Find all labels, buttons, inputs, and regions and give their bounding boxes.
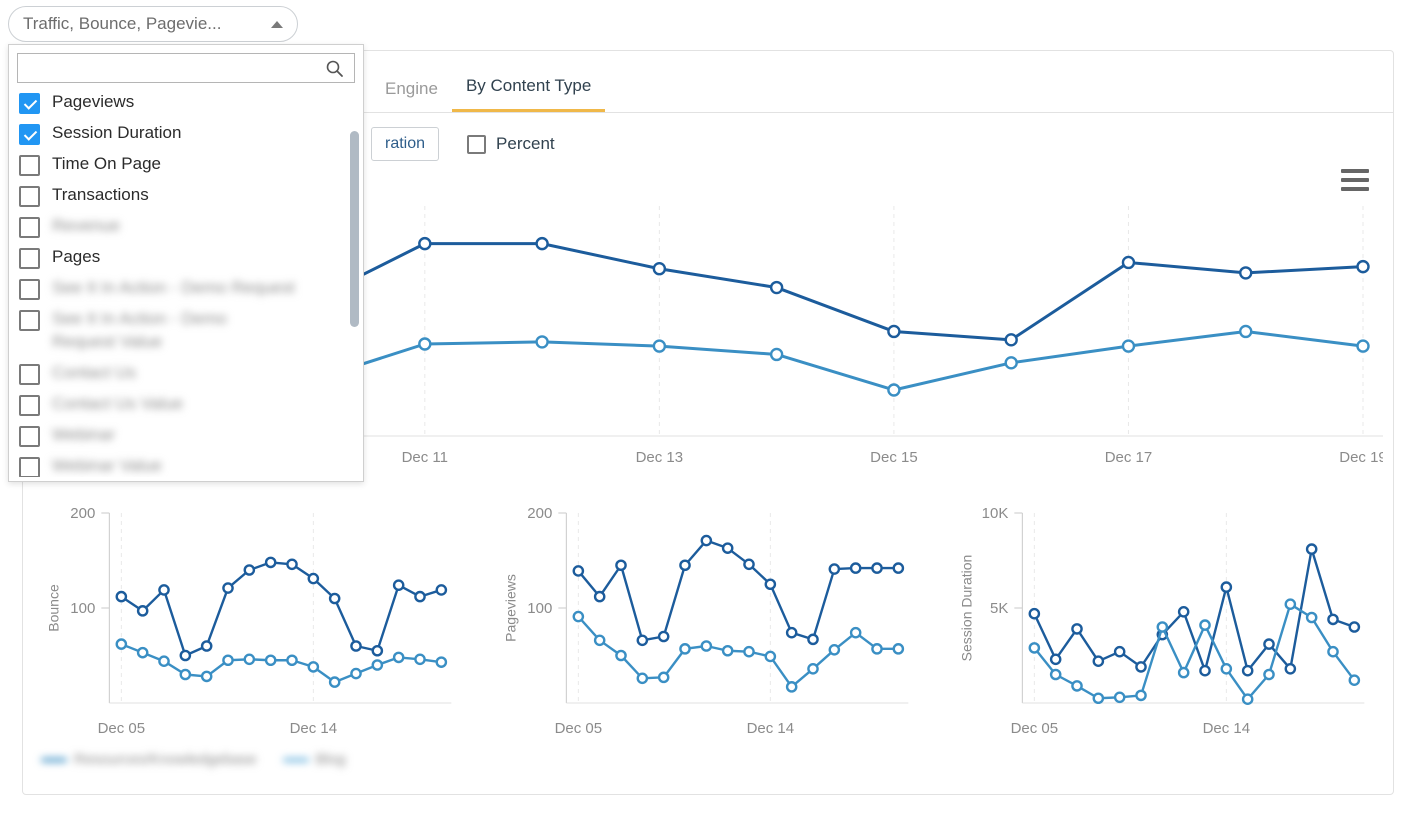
- metrics-option-3[interactable]: Transactions: [19, 180, 363, 211]
- x-axis-tick-label: Dec 14: [290, 720, 338, 737]
- metrics-option-checkbox[interactable]: [19, 394, 40, 416]
- legend-swatch: [41, 757, 67, 762]
- x-axis-tick-label: Dec 17: [1105, 449, 1153, 466]
- metrics-option-checkbox[interactable]: [19, 456, 40, 477]
- metrics-option-checkbox[interactable]: [19, 186, 40, 207]
- metrics-option-checkbox[interactable]: [19, 217, 40, 238]
- metrics-option-checkbox[interactable]: [19, 363, 40, 385]
- metrics-option-8[interactable]: Contact Us: [19, 358, 363, 389]
- metrics-option-label: See It In Action - Demo Request: [52, 278, 295, 297]
- session-duration-chart: 5K 10K Dec 05 Dec 14 Session Duration: [959, 505, 1365, 737]
- metrics-option-checkbox[interactable]: [19, 93, 40, 114]
- y-axis-tick-label: 10K: [982, 505, 1009, 522]
- percent-checkbox-label: Percent: [496, 134, 555, 153]
- metrics-option-label: Contact Us Value: [52, 393, 184, 413]
- y-axis-tick-label: 200: [527, 505, 552, 522]
- x-axis-tick-label: Dec 14: [1203, 720, 1251, 737]
- y-axis-title: Bounce: [45, 584, 61, 632]
- metrics-multiselect-dropdown: Pageviews Session Duration Time On Page Tra…: [8, 44, 364, 482]
- metrics-option-9[interactable]: Contact Us Value: [19, 389, 363, 420]
- metrics-option-label: Contact Us: [52, 362, 137, 382]
- pageviews-chart: 100 200 Dec 05 Dec 14 Pageviews: [502, 505, 909, 737]
- metrics-option-checkbox[interactable]: [19, 310, 40, 331]
- bounce-chart: 100 200 Dec 05 Dec 14 Bounce: [45, 505, 452, 737]
- x-axis-tick-label: Dec 14: [746, 720, 794, 737]
- x-axis-tick-label: Dec 05: [1011, 720, 1059, 737]
- metrics-option-0[interactable]: Pageviews: [19, 87, 363, 118]
- y-axis-tick-label: 5K: [990, 600, 1008, 617]
- chevron-up-icon: [271, 20, 283, 28]
- metrics-search-input[interactable]: [17, 53, 355, 83]
- metrics-option-list[interactable]: Pageviews Session Duration Time On Page Tra…: [9, 87, 363, 477]
- tab-engine[interactable]: Engine: [371, 79, 452, 112]
- y-axis-tick-label: 200: [70, 505, 95, 522]
- metrics-option-label: See It In Action - Demo Request Value: [52, 309, 227, 351]
- metrics-option-10[interactable]: Webinar: [19, 420, 363, 451]
- legend-label: Resources/Knowledgebase: [74, 751, 257, 768]
- metrics-option-label: Transactions: [52, 185, 149, 204]
- metrics-option-checkbox[interactable]: [19, 425, 40, 447]
- metrics-option-2[interactable]: Time On Page: [19, 149, 363, 180]
- legend-label: Blog: [315, 751, 346, 768]
- x-axis-tick-label: Dec 13: [636, 449, 684, 466]
- y-axis-tick-label: 100: [527, 600, 552, 617]
- metrics-option-label: Session Duration: [52, 123, 182, 142]
- percent-checkbox[interactable]: Percent: [467, 134, 555, 154]
- legend-item[interactable]: Resources/Knowledgebase: [41, 751, 257, 768]
- tab-by-content-type[interactable]: By Content Type: [451, 76, 606, 112]
- tab-engine-label: Engine: [385, 79, 438, 98]
- x-axis-tick-label: Dec 11: [402, 449, 448, 466]
- metrics-option-label: Webinar: [52, 424, 115, 444]
- small-charts-row: 100 200 Dec 05 Dec 14 Bounce 100 200 Dec 05 Dec…: [23, 491, 1393, 741]
- y-axis-title: Session Duration: [959, 555, 975, 662]
- metrics-option-5[interactable]: Pages: [19, 242, 363, 273]
- legend-item[interactable]: Blog: [282, 751, 346, 768]
- metrics-option-checkbox[interactable]: [19, 155, 40, 176]
- dropdown-scrollbar[interactable]: [350, 131, 359, 327]
- metrics-option-4[interactable]: Revenue: [19, 211, 363, 242]
- tab-by-content-type-label: By Content Type: [465, 76, 592, 95]
- metrics-option-label: Revenue: [52, 216, 121, 235]
- app-root: Engine By Content Type ration Percent De…: [0, 0, 1417, 816]
- metrics-option-checkbox[interactable]: [19, 279, 40, 300]
- metrics-option-7[interactable]: See It In Action - Demo Request Value: [19, 304, 363, 358]
- percent-checkbox-box[interactable]: [467, 134, 487, 154]
- x-axis-tick-label: Dec 05: [554, 720, 602, 737]
- x-axis-tick-label: Dec 05: [98, 720, 146, 737]
- metrics-multiselect-value: Traffic, Bounce, Pagevie...: [23, 14, 222, 33]
- legend-swatch: [282, 757, 309, 762]
- y-axis-tick-label: 100: [70, 600, 95, 617]
- x-axis-tick-label: Dec 19: [1339, 449, 1383, 466]
- metrics-multiselect-trigger[interactable]: Traffic, Bounce, Pagevie...: [8, 6, 298, 42]
- chart-legend: Resources/Knowledgebase Blog: [41, 751, 346, 768]
- metrics-option-11[interactable]: Webinar Value: [19, 451, 363, 477]
- metric-toggle-button[interactable]: ration: [371, 127, 440, 161]
- metrics-option-label: Webinar Value: [52, 455, 162, 475]
- y-axis-title: Pageviews: [502, 574, 518, 642]
- metrics-option-label: Time On Page: [52, 154, 161, 173]
- metrics-option-checkbox[interactable]: [19, 124, 40, 145]
- metrics-option-6[interactable]: See It In Action - Demo Request: [19, 273, 363, 304]
- x-axis-tick-label: Dec 15: [870, 449, 918, 466]
- metrics-option-checkbox[interactable]: [19, 248, 40, 269]
- metrics-search-wrap: [9, 45, 363, 87]
- metrics-option-1[interactable]: Session Duration: [19, 118, 363, 149]
- metrics-option-label: Pageviews: [52, 92, 135, 111]
- metrics-option-label: Pages: [52, 247, 101, 266]
